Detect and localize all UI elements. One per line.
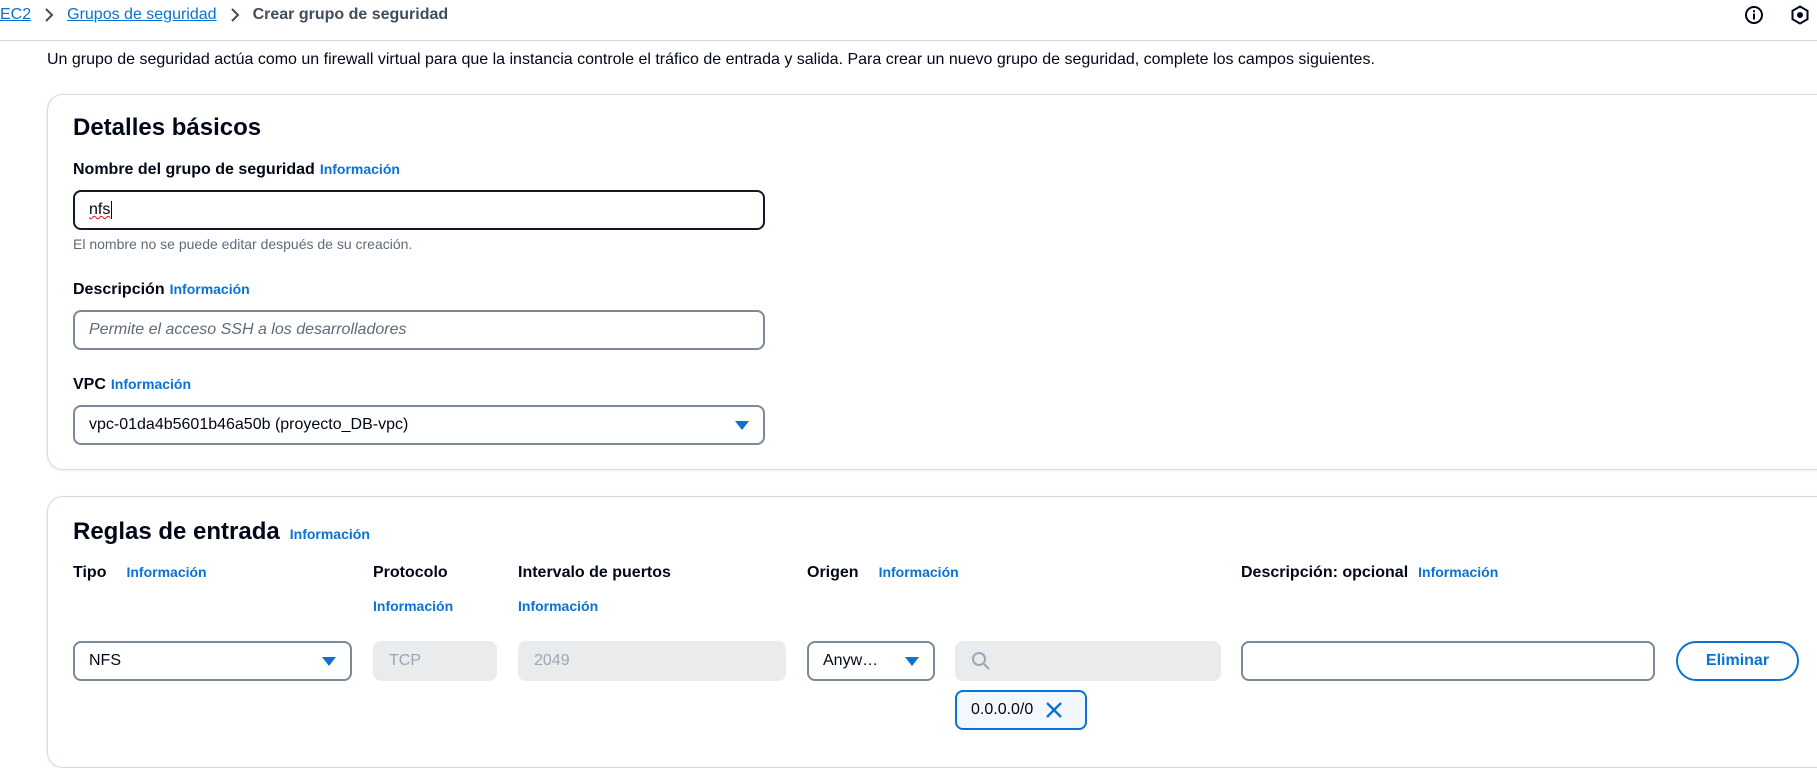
col-type-header: Tipo Información	[73, 564, 207, 582]
description-placeholder: Permite el acceso SSH a los desarrollado…	[89, 321, 407, 338]
col-type-info-link[interactable]: Información	[126, 564, 206, 580]
col-protocol-label: Protocolo	[373, 564, 448, 581]
rule-source-select[interactable]: Anyw…	[807, 641, 935, 681]
name-hint: El nombre no se puede editar después de …	[73, 236, 413, 252]
info-circle-icon[interactable]	[1744, 5, 1764, 30]
chevron-right-icon	[229, 8, 241, 22]
rule-protocol-value: TCP	[389, 652, 421, 669]
inbound-info-link[interactable]: Información	[290, 526, 370, 542]
security-group-name-input[interactable]: nfs	[73, 190, 765, 230]
rule-source-value: Anyw…	[823, 652, 879, 669]
inbound-title-row: Reglas de entrada Información	[73, 518, 370, 546]
text-cursor	[111, 201, 113, 219]
description-label: Descripción	[73, 281, 165, 298]
name-label-row: Nombre del grupo de seguridad Informació…	[73, 161, 400, 179]
vpc-label: VPC	[73, 376, 106, 393]
name-input-value: nfs	[89, 201, 111, 218]
chevron-right-icon	[43, 8, 55, 22]
col-port-info-link[interactable]: Información	[518, 598, 671, 614]
vpc-select-value: vpc-01da4b5601b46a50b (proyecto_DB-vpc)	[89, 416, 409, 433]
breadcrumb-security-groups-link[interactable]: Grupos de seguridad	[67, 6, 216, 24]
col-protocol-header: Protocolo Información	[373, 564, 453, 614]
delete-rule-button[interactable]: Eliminar	[1676, 641, 1799, 681]
vpc-select[interactable]: vpc-01da4b5601b46a50b (proyecto_DB-vpc)	[73, 405, 765, 445]
rule-type-select[interactable]: NFS	[73, 641, 352, 681]
col-description-header: Descripción: opcional Información	[1241, 564, 1498, 582]
cidr-token-value: 0.0.0.0/0	[971, 701, 1034, 718]
caret-down-icon	[905, 657, 919, 666]
rule-type-value: NFS	[89, 652, 121, 669]
search-icon	[971, 651, 991, 671]
description-input[interactable]: Permite el acceso SSH a los desarrollado…	[73, 310, 765, 350]
delete-rule-label: Eliminar	[1705, 652, 1770, 669]
col-protocol-info-link[interactable]: Información	[373, 598, 453, 614]
intro-text: Un grupo de seguridad actúa como un fire…	[47, 51, 1375, 68]
rule-port-range-field: 2049	[518, 641, 786, 681]
col-type-label: Tipo	[73, 564, 107, 581]
col-port-label: Intervalo de puertos	[518, 564, 671, 581]
rule-description-input[interactable]	[1241, 641, 1655, 681]
rule-protocol-field: TCP	[373, 641, 497, 681]
vpc-info-link[interactable]: Información	[111, 376, 191, 392]
caret-down-icon	[322, 657, 336, 666]
header-divider	[0, 40, 1817, 41]
col-source-header: Origen Información	[807, 564, 959, 582]
col-source-info-link[interactable]: Información	[879, 564, 959, 580]
inbound-rules-title: Reglas de entrada	[73, 518, 280, 545]
rule-source-search-input[interactable]	[955, 641, 1221, 681]
col-port-header: Intervalo de puertos Información	[518, 564, 671, 614]
col-description-info-link[interactable]: Información	[1418, 564, 1498, 580]
basic-details-title: Detalles básicos	[73, 114, 262, 141]
description-label-row: Descripción Información	[73, 281, 250, 299]
close-icon[interactable]	[1045, 701, 1063, 719]
vpc-label-row: VPC Información	[73, 376, 191, 394]
description-info-link[interactable]: Información	[170, 281, 250, 297]
rule-port-range-value: 2049	[534, 652, 570, 669]
col-description-label: Descripción: opcional	[1241, 564, 1409, 581]
settings-hexagon-icon[interactable]	[1790, 5, 1810, 30]
breadcrumb-current: Crear grupo de seguridad	[252, 6, 449, 23]
breadcrumb: EC2 Grupos de seguridad Crear grupo de s…	[0, 4, 448, 26]
breadcrumb-ec2-link[interactable]: EC2	[0, 6, 31, 24]
name-label: Nombre del grupo de seguridad	[73, 161, 315, 178]
col-source-label: Origen	[807, 564, 859, 581]
cidr-token: 0.0.0.0/0	[955, 690, 1087, 730]
name-info-link[interactable]: Información	[320, 161, 400, 177]
caret-down-icon	[735, 421, 749, 430]
